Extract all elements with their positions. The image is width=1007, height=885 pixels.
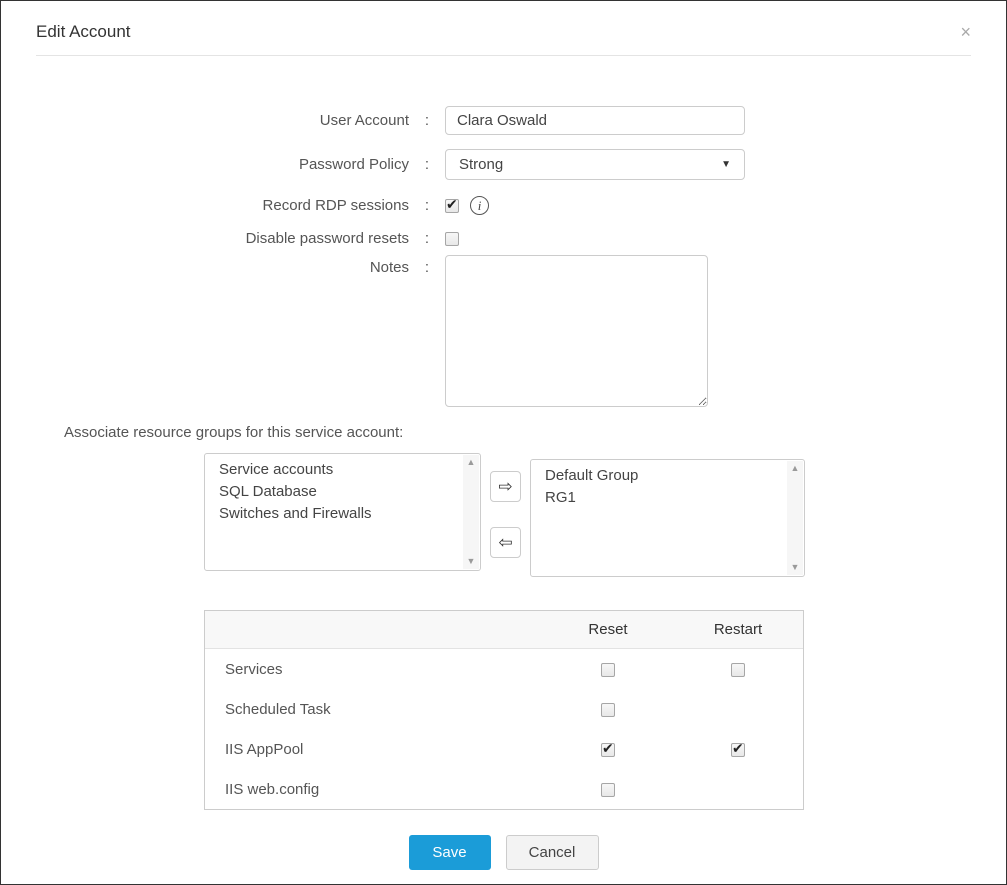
disable-resets-checkbox[interactable] bbox=[445, 231, 459, 246]
disable-resets-row: Disable password resets : bbox=[1, 230, 1006, 247]
restart-checkbox[interactable] bbox=[731, 662, 745, 677]
table-row: IIS AppPool bbox=[205, 729, 803, 769]
reset-cell bbox=[543, 661, 673, 678]
reset-checkbox[interactable] bbox=[601, 702, 615, 717]
password-policy-row: Password Policy : Strong ▼ bbox=[1, 149, 1006, 180]
disable-resets-label: Disable password resets bbox=[245, 230, 409, 247]
reset-cell bbox=[543, 781, 673, 798]
table-header-restart: Restart bbox=[713, 621, 763, 638]
account-actions-table: Reset Restart Services Scheduled Task IIS … bbox=[204, 610, 804, 810]
password-policy-select[interactable]: Strong ▼ bbox=[445, 149, 745, 180]
list-item[interactable]: Switches and Firewalls bbox=[219, 503, 454, 525]
reset-checkbox[interactable] bbox=[601, 782, 615, 797]
list-item[interactable]: Default Group bbox=[545, 465, 778, 487]
table-header-row: Reset Restart bbox=[205, 611, 803, 649]
scroll-up-icon[interactable]: ▲ bbox=[467, 458, 476, 467]
restart-cell bbox=[673, 740, 803, 758]
list-item[interactable]: SQL Database bbox=[219, 481, 454, 503]
assigned-groups-listbox[interactable]: Default Group RG1 ▲ ▼ bbox=[530, 459, 805, 577]
restart-checkbox[interactable] bbox=[731, 740, 745, 757]
restart-cell bbox=[673, 661, 803, 678]
footer-actions: Save Cancel bbox=[1, 835, 1006, 870]
row-label: IIS web.config bbox=[225, 780, 320, 798]
chevron-down-icon: ▼ bbox=[721, 159, 731, 170]
reset-checkbox[interactable] bbox=[601, 740, 615, 757]
table-row: Services bbox=[205, 649, 803, 689]
scroll-down-icon[interactable]: ▼ bbox=[791, 563, 800, 572]
user-account-input[interactable] bbox=[445, 106, 745, 135]
close-icon[interactable]: × bbox=[960, 23, 971, 41]
scroll-up-icon[interactable]: ▲ bbox=[791, 464, 800, 473]
save-button[interactable]: Save bbox=[408, 835, 491, 870]
disable-resets-separator: : bbox=[424, 230, 430, 247]
resource-groups-section-label: Associate resource groups for this servi… bbox=[64, 424, 404, 441]
password-policy-separator: : bbox=[424, 156, 430, 173]
password-policy-label: Password Policy bbox=[298, 156, 409, 173]
reset-cell bbox=[543, 740, 673, 758]
scroll-down-icon[interactable]: ▼ bbox=[467, 557, 476, 566]
move-buttons: ⇨ ⇦ bbox=[490, 471, 521, 558]
reset-checkbox[interactable] bbox=[601, 662, 615, 677]
user-account-row: User Account : bbox=[1, 106, 1006, 135]
record-rdp-row: Record RDP sessions : i bbox=[1, 196, 1006, 215]
notes-label: Notes bbox=[369, 259, 409, 276]
user-account-separator: : bbox=[424, 112, 430, 129]
resource-groups-dual-list: Service accounts SQL Database Switches and… bbox=[204, 453, 1006, 577]
available-groups-listbox[interactable]: Service accounts SQL Database Switches and… bbox=[204, 453, 481, 571]
edit-account-form: User Account : Password Policy : Strong … bbox=[1, 106, 1006, 407]
modal-title: Edit Account bbox=[36, 22, 131, 41]
row-label: Services bbox=[225, 660, 283, 678]
listbox-scrollbar[interactable]: ▲ ▼ bbox=[787, 461, 803, 575]
table-header-reset: Reset bbox=[588, 621, 628, 638]
move-right-button[interactable]: ⇨ bbox=[490, 471, 521, 502]
move-left-button[interactable]: ⇦ bbox=[490, 527, 521, 558]
row-label: IIS AppPool bbox=[225, 740, 304, 758]
table-row: IIS web.config bbox=[205, 769, 803, 809]
reset-cell bbox=[543, 701, 673, 718]
modal-header: Edit Account × bbox=[1, 1, 1006, 55]
record-rdp-label: Record RDP sessions bbox=[262, 197, 409, 214]
user-account-label: User Account bbox=[319, 112, 409, 129]
notes-row: Notes : bbox=[1, 255, 1006, 407]
info-icon[interactable]: i bbox=[470, 196, 489, 215]
notes-separator: : bbox=[424, 259, 430, 276]
table-row: Scheduled Task bbox=[205, 689, 803, 729]
table-body: Services Scheduled Task IIS AppPool IIS web… bbox=[205, 649, 803, 809]
cancel-button[interactable]: Cancel bbox=[505, 835, 599, 870]
record-rdp-separator: : bbox=[424, 197, 430, 214]
list-item[interactable]: RG1 bbox=[545, 487, 778, 509]
header-divider bbox=[36, 55, 971, 56]
record-rdp-checkbox[interactable] bbox=[445, 196, 459, 213]
listbox-scrollbar[interactable]: ▲ ▼ bbox=[463, 455, 479, 569]
password-policy-selected-value: Strong bbox=[459, 156, 504, 173]
notes-textarea[interactable] bbox=[445, 255, 708, 407]
row-label: Scheduled Task bbox=[225, 700, 331, 718]
list-item[interactable]: Service accounts bbox=[219, 459, 454, 481]
